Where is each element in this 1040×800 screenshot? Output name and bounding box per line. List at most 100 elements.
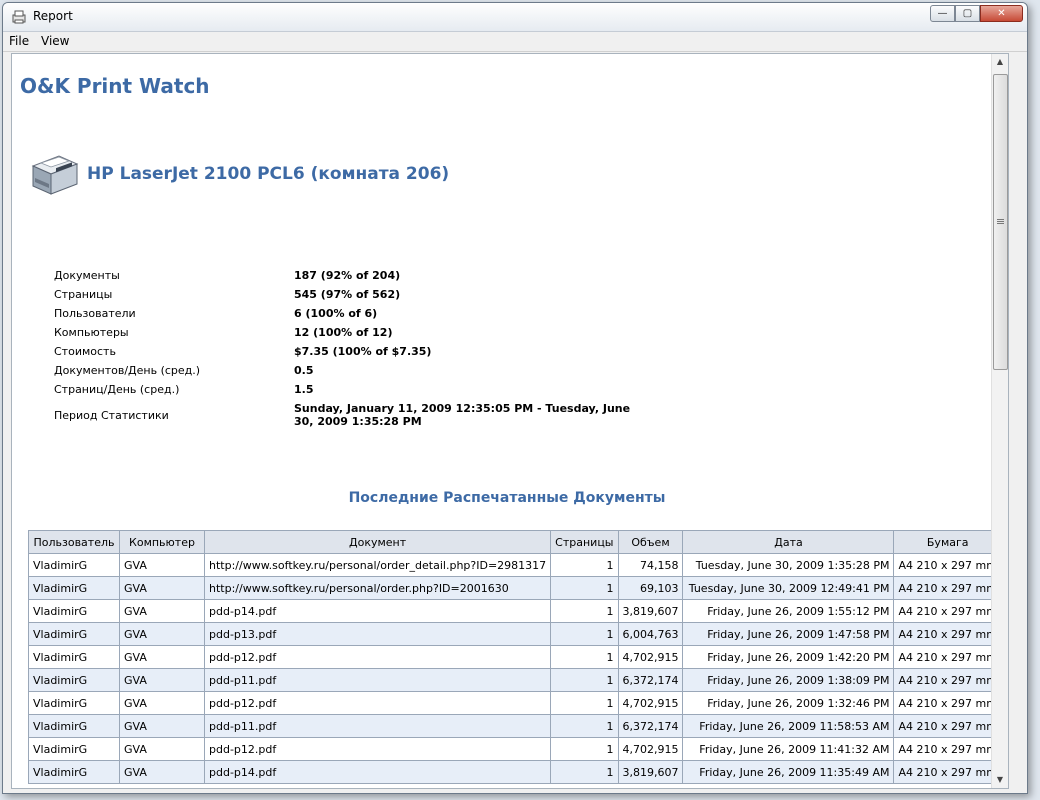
table-cell: GVA [119, 714, 205, 738]
printer-icon [31, 155, 79, 195]
table-cell: 1 [550, 668, 619, 692]
table-cell: 69,103 [617, 576, 684, 600]
table-cell: 6,372,174 [617, 668, 684, 692]
column-header[interactable]: Объем [617, 530, 684, 554]
column-header[interactable]: Дата [682, 530, 895, 554]
table-cell: pdd-p11.pdf [203, 714, 552, 738]
table-cell: 4,702,915 [617, 691, 684, 715]
table-row[interactable]: VladimirG GVA pdd-p12.pdf 1 4,702,915 Friday,… [28, 737, 1002, 761]
app-title: O&K Print Watch [20, 74, 210, 98]
stat-label: Стоимость [54, 345, 116, 358]
scrollbar-thumb[interactable] [993, 74, 1008, 370]
stat-value: 1.5 [294, 383, 314, 396]
table-cell: VladimirG [28, 668, 120, 692]
table-cell: A4 210 x 297 mm [893, 576, 1002, 600]
table-cell: 1 [550, 553, 619, 577]
table-cell: Friday, June 26, 2009 1:32:46 PM [682, 691, 895, 715]
table-cell: Friday, June 26, 2009 11:58:53 AM [682, 714, 895, 738]
table-cell: pdd-p12.pdf [203, 645, 552, 669]
stat-label: Документов/День (сред.) [54, 364, 201, 377]
table-row[interactable]: VladimirG GVA pdd-p12.pdf 1 4,702,915 Friday,… [28, 645, 1002, 669]
column-header[interactable]: Пользователь [28, 530, 120, 554]
table-row[interactable]: VladimirG GVA pdd-p13.pdf 1 6,004,763 Friday,… [28, 622, 1002, 646]
stat-label: Страниц/День (сред.) [54, 383, 180, 396]
vertical-scrollbar[interactable]: ▲ ▼ [991, 54, 1008, 788]
stat-label: Документы [54, 269, 120, 282]
table-cell: 3,819,607 [617, 599, 684, 623]
stat-value: $7.35 (100% of $7.35) [294, 345, 432, 358]
table-cell: VladimirG [28, 622, 120, 646]
stat-label: Пользователи [54, 307, 136, 320]
table-cell: A4 210 x 297 mm [893, 553, 1002, 577]
stat-value: 0.5 [294, 364, 314, 377]
table-cell: 4,702,915 [617, 737, 684, 761]
table-row[interactable]: VladimirG GVA http://www.softkey.ru/person… [28, 553, 1002, 577]
table-cell: 1 [550, 599, 619, 623]
minimize-button[interactable]: — [930, 5, 955, 22]
table-cell: Friday, June 26, 2009 11:41:32 AM [682, 737, 895, 761]
table-cell: 6,004,763 [617, 622, 684, 646]
table-cell: VladimirG [28, 691, 120, 715]
table-cell: http://www.softkey.ru/personal/order.php… [203, 576, 552, 600]
table-row[interactable]: VladimirG GVA pdd-p14.pdf 1 3,819,607 Friday,… [28, 599, 1002, 623]
table-row[interactable]: VladimirG GVA pdd-p12.pdf 1 4,702,915 Friday,… [28, 691, 1002, 715]
stat-value: Sunday, January 11, 2009 12:35:05 PM - T… [294, 402, 631, 428]
stat-label: Страницы [54, 288, 113, 301]
table-cell: Tuesday, June 30, 2009 12:49:41 PM [682, 576, 895, 600]
stat-value: 12 (100% of 12) [294, 326, 393, 339]
table-cell: A4 210 x 297 mm [893, 737, 1002, 761]
table-cell: Friday, June 26, 2009 1:55:12 PM [682, 599, 895, 623]
report-content: O&K Print Watch HP LaserJet 2100 PCL6 (к… [11, 53, 1009, 789]
column-header[interactable]: Страницы [550, 530, 619, 554]
table-cell: Friday, June 26, 2009 1:38:09 PM [682, 668, 895, 692]
table-cell: 1 [550, 737, 619, 761]
table-row[interactable]: VladimirG GVA pdd-p11.pdf 1 6,372,174 Friday,… [28, 714, 1002, 738]
menu-file[interactable]: File [9, 34, 29, 48]
table-row[interactable]: VladimirG GVA pdd-p14.pdf 1 3,819,607 Friday,… [28, 760, 1002, 784]
table-cell: A4 210 x 297 mm [893, 622, 1002, 646]
table-cell: 3,819,607 [617, 760, 684, 784]
scroll-up-arrow-icon[interactable]: ▲ [992, 54, 1008, 70]
documents-table-body: VladimirG GVA http://www.softkey.ru/person… [28, 553, 1002, 784]
table-cell: pdd-p11.pdf [203, 668, 552, 692]
documents-table: Пользователь Компьютер Документ Страницы… [28, 530, 1002, 784]
column-header[interactable]: Документ [203, 530, 552, 554]
section-title: Последние Распечатанные Документы [348, 490, 666, 506]
table-cell: GVA [119, 622, 205, 646]
table-cell: pdd-p14.pdf [203, 760, 552, 784]
title-bar[interactable]: Report — ▢ ✕ [3, 3, 1027, 32]
maximize-button[interactable]: ▢ [955, 5, 980, 22]
table-cell: A4 210 x 297 mm [893, 760, 1002, 784]
table-cell: pdd-p13.pdf [203, 622, 552, 646]
table-cell: 1 [550, 576, 619, 600]
table-cell: 1 [550, 760, 619, 784]
column-header[interactable]: Компьютер [119, 530, 205, 554]
table-cell: Friday, June 26, 2009 1:42:20 PM [682, 645, 895, 669]
menu-view[interactable]: View [41, 34, 69, 48]
stat-value: 6 (100% of 6) [294, 307, 378, 320]
table-cell: GVA [119, 576, 205, 600]
table-cell: VladimirG [28, 737, 120, 761]
table-cell: GVA [119, 691, 205, 715]
report-window: Report — ▢ ✕ File View O&K Print Watch H… [2, 2, 1028, 794]
table-cell: VladimirG [28, 760, 120, 784]
table-cell: 1 [550, 714, 619, 738]
column-header[interactable]: Бумага [893, 530, 1002, 554]
menu-bar: File View [3, 32, 1027, 52]
close-button[interactable]: ✕ [980, 5, 1023, 22]
table-cell: Tuesday, June 30, 2009 1:35:28 PM [682, 553, 895, 577]
table-cell: GVA [119, 737, 205, 761]
table-row[interactable]: VladimirG GVA http://www.softkey.ru/person… [28, 576, 1002, 600]
stat-label: Компьютеры [54, 326, 129, 339]
table-cell: 1 [550, 622, 619, 646]
table-cell: http://www.softkey.ru/personal/order_det… [203, 553, 552, 577]
stat-value: 545 (97% of 562) [294, 288, 401, 301]
table-row[interactable]: VladimirG GVA pdd-p11.pdf 1 6,372,174 Friday,… [28, 668, 1002, 692]
scroll-down-arrow-icon[interactable]: ▼ [992, 772, 1008, 788]
stat-label: Период Статистики [54, 409, 169, 422]
table-cell: GVA [119, 553, 205, 577]
table-cell: VladimirG [28, 714, 120, 738]
table-cell: GVA [119, 760, 205, 784]
table-cell: GVA [119, 599, 205, 623]
table-cell: Friday, June 26, 2009 11:35:49 AM [682, 760, 895, 784]
